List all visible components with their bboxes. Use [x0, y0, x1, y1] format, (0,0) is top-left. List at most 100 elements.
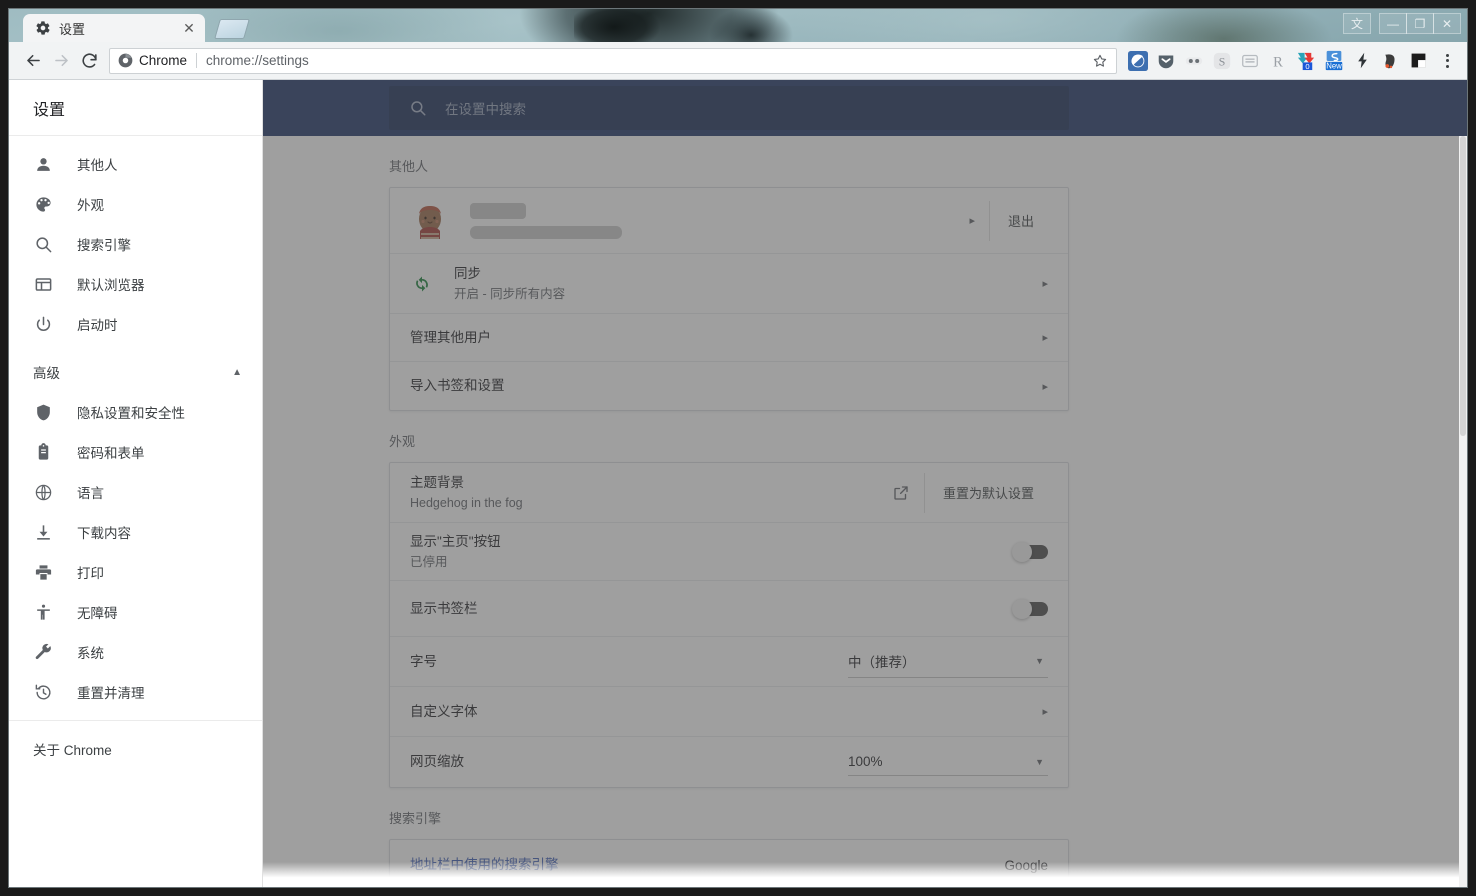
default-search-engine-row[interactable]: 地址栏中使用的搜索引擎 Google	[390, 840, 1068, 887]
manage-other-users-row[interactable]: 管理其他用户 ▸	[390, 314, 1068, 362]
new-tab-button[interactable]	[214, 19, 250, 39]
sidebar-item-label: 打印	[77, 566, 104, 581]
evernote-elephant-icon[interactable]	[1377, 48, 1403, 74]
chevron-right-icon: ▸	[1042, 278, 1048, 290]
import-bookmarks-label: 导入书签和设置	[410, 378, 505, 393]
sidebar-item-appearance[interactable]: 外观	[9, 184, 262, 224]
theme-text: 主题背景 Hedgehog in the fog	[410, 473, 892, 512]
manage-other-users-label: 管理其他用户	[410, 329, 491, 345]
profile-identity	[470, 202, 957, 239]
page-zoom-select[interactable]: 100% ▼	[848, 748, 1048, 776]
sidebar-divider	[9, 720, 262, 721]
palette-icon	[33, 194, 53, 214]
sidebar-item-search-engine[interactable]: 搜索引擎	[9, 224, 262, 264]
font-size-select[interactable]: 中（推荐） ▼	[848, 645, 1048, 678]
window-corner-icon[interactable]	[1405, 48, 1431, 74]
sidebar-item-downloads[interactable]: 下载内容	[9, 512, 262, 552]
goggles-icon[interactable]	[1181, 48, 1207, 74]
font-size-title: 字号	[410, 653, 437, 669]
download-manager-icon[interactable]: 0	[1293, 48, 1319, 74]
minimize-button[interactable]: —	[1379, 13, 1407, 34]
snagit-icon[interactable]: New	[1321, 48, 1347, 74]
sidebar-item-label: 搜索引擎	[77, 238, 131, 253]
font-size-row[interactable]: 字号 中（推荐） ▼	[390, 637, 1068, 687]
sidebar-item-label: 重置并清理	[77, 686, 145, 701]
sidebar-item-privacy[interactable]: 隐私设置和安全性	[9, 392, 262, 432]
reset-theme-button[interactable]: 重置为默认设置	[929, 475, 1048, 510]
sidebar-item-people[interactable]: 其他人	[9, 144, 262, 184]
import-bookmarks-row[interactable]: 导入书签和设置 ▸	[390, 362, 1068, 410]
sidebar-item-languages[interactable]: 语言	[9, 472, 262, 512]
profile-row[interactable]: ▸ 退出	[390, 188, 1068, 254]
search-placeholder: 在设置中搜索	[445, 102, 526, 117]
reload-button[interactable]	[75, 47, 103, 75]
sidebar-item-system[interactable]: 系统	[9, 632, 262, 672]
shield-icon	[33, 402, 53, 422]
signout-button[interactable]: 退出	[994, 203, 1048, 238]
shield-chevron-icon[interactable]	[1153, 48, 1179, 74]
sidebar-item-label: 其他人	[77, 158, 118, 173]
sidebar-item-passwords-forms[interactable]: 密码和表单	[9, 432, 262, 472]
bookmarks-bar-row[interactable]: 显示书签栏	[390, 581, 1068, 637]
pocket-circle-icon[interactable]	[1125, 48, 1151, 74]
home-button-toggle[interactable]	[1012, 541, 1048, 562]
sidebar-item-label: 无障碍	[77, 606, 118, 621]
sidebar-item-accessibility[interactable]: 无障碍	[9, 592, 262, 632]
chevron-right-icon: ▸	[969, 215, 975, 227]
page-zoom-row[interactable]: 网页缩放 100% ▼	[390, 737, 1068, 787]
row-divider	[988, 200, 990, 241]
close-window-button[interactable]: ✕	[1433, 13, 1461, 34]
omnibox-divider	[196, 53, 198, 68]
accessibility-icon	[33, 602, 53, 622]
sidebar-item-on-startup[interactable]: 启动时	[9, 304, 262, 344]
row-divider	[923, 472, 925, 513]
back-button[interactable]	[19, 47, 47, 75]
sidebar-item-about-chrome[interactable]: 关于 Chrome	[9, 729, 262, 769]
sidebar-item-label: 默认浏览器	[77, 278, 145, 293]
bookmark-star-icon[interactable]	[1092, 53, 1108, 69]
chrome-menu-icon[interactable]	[1435, 48, 1459, 74]
browser-window: 设置 ✕ 文 — ❐ ✕ Chrome chrome://settings S …	[8, 8, 1468, 888]
custom-fonts-row[interactable]: 自定义字体 ▸	[390, 687, 1068, 737]
bookmarks-bar-toggle[interactable]	[1012, 598, 1048, 619]
custom-fonts-title: 自定义字体	[410, 703, 478, 719]
search-input[interactable]: 在设置中搜索	[389, 86, 1069, 130]
lightning-bolt-icon[interactable]	[1349, 48, 1375, 74]
svg-text:S: S	[1219, 54, 1226, 68]
ime-indicator-button[interactable]: 文	[1343, 13, 1371, 34]
theme-title: 主题背景	[410, 475, 464, 490]
close-icon[interactable]: ✕	[181, 20, 197, 36]
chevron-right-icon: ▸	[1042, 706, 1048, 718]
sidebar-item-label: 隐私设置和安全性	[77, 406, 185, 421]
sync-row[interactable]: 同步 开启 - 同步所有内容 ▸	[390, 254, 1068, 314]
home-button-text: 显示"主页"按钮 已停用	[410, 532, 1014, 571]
page-title: 设置	[9, 80, 262, 136]
omnibox-url-text[interactable]: chrome://settings	[206, 53, 1092, 68]
theme-row[interactable]: 主题背景 Hedgehog in the fog 重置为默认设置	[390, 463, 1068, 523]
content-scrollbar[interactable]	[1459, 136, 1467, 887]
sync-icon	[412, 274, 432, 294]
scrollbar-thumb[interactable]	[1460, 136, 1466, 436]
s-badge-icon[interactable]: S	[1209, 48, 1235, 74]
list-lines-icon[interactable]	[1237, 48, 1263, 74]
address-bar[interactable]: Chrome chrome://settings	[109, 47, 1117, 74]
section-title-people: 其他人	[389, 159, 429, 174]
svg-text:R: R	[1273, 54, 1283, 70]
browser-toolbar: Chrome chrome://settings S R 0 New	[9, 42, 1467, 80]
sidebar-item-label: 下载内容	[77, 526, 131, 541]
sidebar-group-advanced[interactable]: 高级 ▲	[9, 352, 262, 392]
sidebar-item-printing[interactable]: 打印	[9, 552, 262, 592]
home-button-row[interactable]: 显示"主页"按钮 已停用	[390, 523, 1068, 581]
letter-r-icon[interactable]: R	[1265, 48, 1291, 74]
external-link-icon[interactable]	[892, 484, 910, 502]
sidebar-item-reset-cleanup[interactable]: 重置并清理	[9, 672, 262, 712]
browser-tab-settings[interactable]: 设置 ✕	[23, 14, 205, 42]
chevron-right-icon: ▸	[1042, 332, 1048, 344]
chevron-down-icon: ▼	[1035, 756, 1044, 767]
sidebar-item-default-browser[interactable]: 默认浏览器	[9, 264, 262, 304]
settings-scroll-area: 其他人 ▸ 退出 同步 开启 - 同步所有内容 ▸ 管理其他用户 ▸ 导入书签和…	[263, 136, 1459, 887]
forward-button[interactable]	[47, 47, 75, 75]
avatar	[410, 201, 450, 241]
wrench-icon	[33, 642, 53, 662]
maximize-button[interactable]: ❐	[1406, 13, 1434, 34]
